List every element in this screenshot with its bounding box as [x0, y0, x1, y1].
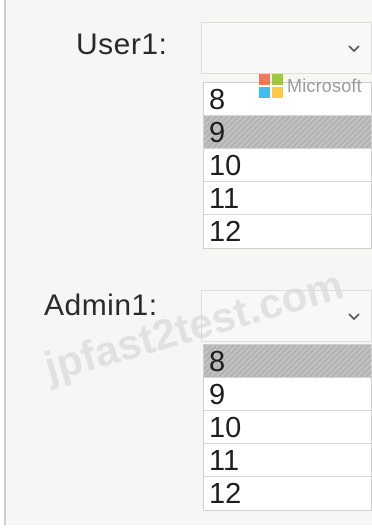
admin1-option-11[interactable]: 11: [204, 444, 371, 477]
logo-square-yellow: [272, 87, 283, 98]
microsoft-logo-icon: [259, 74, 283, 98]
chevron-down-icon: [348, 313, 360, 321]
admin1-dropdown[interactable]: [201, 290, 372, 342]
user1-option-9[interactable]: 9: [204, 116, 371, 149]
admin1-option-12[interactable]: 12: [204, 477, 371, 510]
logo-square-green: [272, 74, 283, 85]
user1-dropdown[interactable]: [201, 22, 372, 74]
logo-square-red: [259, 74, 270, 85]
answer-area: User1: 8 9 10 11 12 Admin1: 8 9 10 11 12…: [4, 0, 372, 525]
logo-square-blue: [259, 87, 270, 98]
admin1-option-8[interactable]: 8: [204, 345, 371, 378]
user1-label: User1:: [76, 28, 168, 61]
admin1-label: Admin1:: [44, 289, 158, 322]
microsoft-watermark-text: Microsoft: [287, 75, 362, 96]
chevron-down-icon: [348, 45, 360, 53]
admin1-option-9[interactable]: 9: [204, 378, 371, 411]
microsoft-watermark: Microsoft: [259, 74, 362, 98]
user1-option-10[interactable]: 10: [204, 149, 371, 182]
admin1-option-10[interactable]: 10: [204, 411, 371, 444]
admin1-options-list: 8 9 10 11 12: [203, 344, 372, 511]
user1-option-11[interactable]: 11: [204, 182, 371, 215]
user1-option-12[interactable]: 12: [204, 215, 371, 248]
user1-options-list: 8 9 10 11 12: [203, 82, 372, 249]
